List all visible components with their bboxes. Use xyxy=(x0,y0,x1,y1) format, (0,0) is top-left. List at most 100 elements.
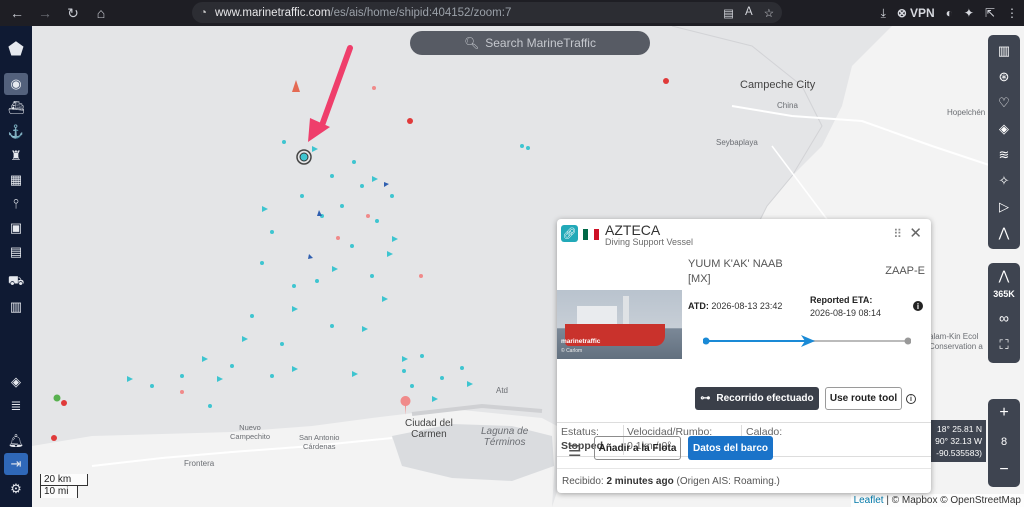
photos-icon[interactable]: ▣ xyxy=(4,217,28,239)
marinetraffic-logo-icon[interactable]: ⬟ xyxy=(4,38,28,60)
vessel-card: 🔗︎ AZTECA Diving Support Vessel ⠿ ✕ mari… xyxy=(557,219,931,493)
photo-superstructure xyxy=(577,306,617,326)
reader-icon[interactable]: ▤ xyxy=(723,6,734,20)
received-info: Recibido: 2 minutes ago (Origen AIS: Roa… xyxy=(557,468,931,493)
route-tool-button[interactable]: Use route tool xyxy=(825,387,902,410)
playback-icon[interactable]: ▷ xyxy=(988,194,1020,220)
zoom-control: + 8 − xyxy=(988,399,1020,487)
received-value: 2 minutes ago xyxy=(606,476,674,487)
map-options-icon[interactable]: ▥ xyxy=(988,38,1020,64)
route-progress-bar xyxy=(703,335,911,347)
tag-icon[interactable]: ◈ xyxy=(4,371,28,393)
url-path: /es/ais/home/shipid:404152/zoom:7 xyxy=(330,6,512,19)
leaflet-link[interactable]: Leaflet xyxy=(854,495,884,506)
route-line-icon: ⊶ xyxy=(700,393,711,404)
news-icon[interactable]: ▤ xyxy=(4,241,28,263)
eta-info-icon[interactable]: i xyxy=(913,301,923,311)
hamburger-menu-icon[interactable]: ☰ xyxy=(568,442,581,460)
atd-row: ATD: 2026-08-13 23:42 xyxy=(688,301,782,311)
vessel-name: AZTECA xyxy=(605,222,661,238)
label-ciudad-del-carmen: Ciudad del Carmen xyxy=(405,418,453,440)
label-san-antonio: San Antonio Cárdenas xyxy=(299,433,340,451)
favorites-heart-icon[interactable]: ♡ xyxy=(988,90,1020,116)
route-info-icon[interactable]: i xyxy=(906,394,916,404)
received-suffix: (Origen AIS: Roaming.) xyxy=(673,476,780,487)
notifications-bell-icon[interactable]: 🔔︎ xyxy=(4,430,28,452)
weather-icon[interactable]: ≋ xyxy=(988,142,1020,168)
map-search-bar[interactable]: 🔍︎ Search MarineTraffic xyxy=(410,31,650,55)
fleet-ship-icon[interactable]: ⛟ xyxy=(4,271,28,293)
north-arrow-icon[interactable]: ⋀ xyxy=(988,263,1020,289)
coord-lat: 18° 25.81 N xyxy=(937,424,982,434)
zoom-in-button[interactable]: + xyxy=(988,399,1020,427)
scale-km: 20 km xyxy=(40,474,88,486)
vpn-icon: ⊗ xyxy=(896,6,907,20)
density-icon[interactable]: ✧ xyxy=(988,168,1020,194)
address-bar[interactable]: ◔ www.marinetraffic.com/es/ais/home/ship… xyxy=(192,2,782,23)
track-history-button[interactable]: ⊶ Recorrido efectuado xyxy=(695,387,819,410)
reload-icon[interactable]: ↻ xyxy=(62,2,84,24)
close-icon[interactable]: ✕ xyxy=(909,224,922,242)
measure-icon[interactable]: ∞ xyxy=(988,301,1020,335)
label-campeche: Campeche City xyxy=(740,79,816,91)
eta-value: 2026-08-19 08:14 xyxy=(810,308,882,318)
density-count: 365K xyxy=(993,289,1015,299)
url-host: www.marinetraffic.com xyxy=(214,6,331,19)
add-to-fleet-button[interactable]: Añadir a la Flota xyxy=(594,436,681,460)
ports-anchor-icon[interactable]: ⚓ xyxy=(4,121,28,143)
label-china: China xyxy=(777,101,798,110)
coord-lon: 90° 32.13 W xyxy=(935,436,982,446)
label-frontera: Frontera xyxy=(184,459,215,468)
puzzle-icon[interactable]: ✦ xyxy=(964,6,974,20)
live-map-icon[interactable]: ◉ xyxy=(4,73,28,95)
login-icon[interactable]: ⇥ xyxy=(4,453,28,475)
atd-value: 2026-08-13 23:42 xyxy=(711,301,783,311)
mexico-flag-icon xyxy=(583,229,599,240)
vessel-photo[interactable]: marinetraffic © Carlom xyxy=(557,290,682,359)
vessels-icon[interactable]: ⛴ xyxy=(4,97,28,119)
browser-toolbar: ← → ↻ ⌂ ◔ www.marinetraffic.com/es/ais/h… xyxy=(0,0,1024,26)
vessel-type: Diving Support Vessel xyxy=(605,237,694,247)
database-icon[interactable]: ≣ xyxy=(4,395,28,417)
download-icon[interactable]: ⤓ xyxy=(881,6,886,21)
scale-mi: 10 mi xyxy=(40,486,78,498)
vessel-details-button[interactable]: Datos del barco xyxy=(688,436,773,460)
label-kalakmul: alam-Kin Ecol Conservation a xyxy=(929,332,983,351)
eta-block: Reported ETA: 2026-08-19 08:14 xyxy=(810,294,881,320)
table-icon[interactable]: ▥ xyxy=(4,296,28,318)
route-planner-icon[interactable]: ⋀ xyxy=(988,220,1020,246)
vessel-owner: YUUM K'AK' NAAB [MX] xyxy=(688,258,783,285)
site-info-icon[interactable]: ◔ xyxy=(200,7,207,19)
vpn-button[interactable]: ⊗ VPN xyxy=(897,6,935,20)
label-nuevo-campechito: Nuevo Campechito xyxy=(230,423,271,441)
photo-brand: marinetraffic xyxy=(561,338,601,345)
home-icon[interactable]: ⌂ xyxy=(90,2,112,24)
coordinates-readout: 18° 25.81 N 90° 32.13 W -90.535583) xyxy=(928,420,986,462)
back-arrow-icon[interactable]: ← xyxy=(6,2,28,24)
fullscreen-icon[interactable]: ⛶ xyxy=(988,335,1020,359)
lighthouse-icon[interactable]: ♜ xyxy=(4,145,28,167)
layers-icon[interactable]: ◈ xyxy=(988,116,1020,142)
filters-icon[interactable]: ⊛ xyxy=(988,64,1020,90)
photo-credit: © Carlom xyxy=(561,348,583,354)
forward-arrow-icon[interactable]: → xyxy=(34,2,56,24)
map-area[interactable]: 🔍︎ Search MarineTraffic Campeche City Ch… xyxy=(32,26,1024,507)
vpn-label: VPN xyxy=(909,6,935,20)
link-icon[interactable]: 🔗︎ xyxy=(561,225,578,242)
drag-handle-icon[interactable]: ⠿ xyxy=(893,227,902,241)
atd-label: ATD: xyxy=(688,301,709,311)
translate-icon[interactable]: A xyxy=(745,6,753,20)
map-tools-panel-2: ⋀ 365K ∞ ⛶ xyxy=(988,263,1020,363)
menu-dots-icon[interactable]: ⋮ xyxy=(1006,6,1018,20)
extension-icon[interactable]: ◐ xyxy=(946,6,953,20)
buildings-icon[interactable]: ▦ xyxy=(4,169,28,191)
label-hopelchen: Hopelchén xyxy=(947,108,986,117)
share-icon[interactable]: ⇱ xyxy=(985,6,995,20)
settings-gear-icon[interactable]: ⚙ xyxy=(4,478,28,500)
bookmark-star-icon[interactable]: ☆ xyxy=(764,6,774,20)
left-sidebar: ⬟ ◉ ⛴ ⚓ ♜ ▦ ⫯ ▣ ▤ ⛟ ▥ ◈ ≣ 🔔︎ ⇥ ⚙ xyxy=(0,26,32,507)
search-icon: 🔍︎ xyxy=(464,36,480,50)
zoom-out-button[interactable]: − xyxy=(988,457,1020,485)
antenna-icon[interactable]: ⫯ xyxy=(4,193,28,215)
photo-crane xyxy=(623,296,629,326)
